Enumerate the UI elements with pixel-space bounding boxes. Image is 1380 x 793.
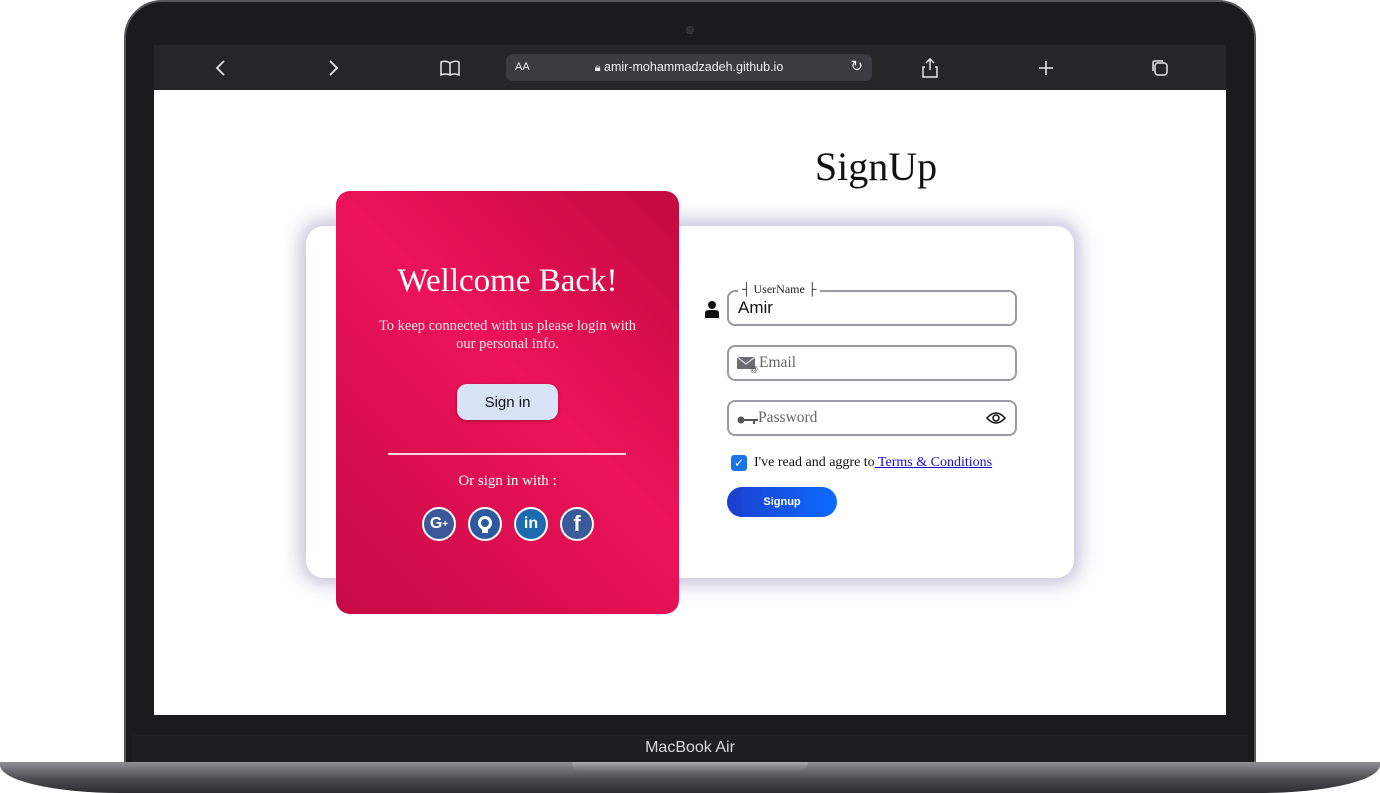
browser-toolbar: AA 🔒︎ amir-mohammadzadeh.github.io ↻ xyxy=(154,45,1226,90)
google-plus-icon[interactable]: G + xyxy=(422,507,456,541)
show-password-eye-icon[interactable] xyxy=(986,411,1006,425)
sign-in-button[interactable]: Sign in xyxy=(457,384,558,420)
bookmarks-icon[interactable] xyxy=(430,45,470,90)
terms-link[interactable]: Terms & Conditions xyxy=(875,455,992,470)
tabs-icon[interactable] xyxy=(1140,45,1180,90)
terms-text: I've read and aggre to xyxy=(754,455,875,470)
reload-icon[interactable]: ↻ xyxy=(850,57,863,75)
url-text: 🔒︎ amir-mohammadzadeh.github.io xyxy=(506,60,872,75)
signup-button[interactable]: Signup xyxy=(727,487,837,517)
linkedin-icon[interactable]: in xyxy=(514,507,548,541)
new-tab-icon[interactable] xyxy=(1026,45,1066,90)
page-title: SignUp xyxy=(814,144,938,189)
browser-window: AA 🔒︎ amir-mohammadzadeh.github.io ↻ Sig… xyxy=(154,45,1226,715)
url-value: amir-mohammadzadeh.github.io xyxy=(604,60,784,74)
back-icon[interactable] xyxy=(200,45,240,90)
welcome-subtitle: To keep connected with us please login w… xyxy=(378,318,637,352)
forward-icon[interactable] xyxy=(314,45,354,90)
welcome-heading: Wellcome Back! xyxy=(397,263,618,299)
username-legend-text: UserName xyxy=(753,282,805,296)
device-label: MacBook Air xyxy=(645,739,735,756)
username-legend: ┤ UserName ├ xyxy=(738,282,821,297)
divider xyxy=(388,453,626,455)
or-sign-in-with-label: Or sign in with : xyxy=(458,473,557,489)
facebook-icon[interactable]: f xyxy=(560,507,594,541)
svg-text:@: @ xyxy=(750,365,758,373)
mail-icon: @ xyxy=(736,356,758,373)
github-icon[interactable] xyxy=(468,507,502,541)
user-icon xyxy=(705,301,719,318)
password-placeholder: Password xyxy=(758,409,818,426)
welcome-panel: Wellcome Back! To keep connected with us… xyxy=(336,191,679,614)
key-icon xyxy=(737,416,758,424)
address-bar[interactable]: AA 🔒︎ amir-mohammadzadeh.github.io ↻ xyxy=(506,54,872,81)
terms-label: I've read and aggre to Terms & Condition… xyxy=(754,455,992,471)
macbook-frame: AA 🔒︎ amir-mohammadzadeh.github.io ↻ Sig… xyxy=(0,0,1380,793)
social-login-row: G + in f xyxy=(422,507,594,541)
email-placeholder: Email xyxy=(759,354,797,371)
terms-checkbox[interactable]: ✓ xyxy=(731,455,747,471)
camera-icon xyxy=(686,26,694,34)
email-field[interactable]: @ Email xyxy=(727,345,1017,381)
lock-icon: 🔒︎ xyxy=(594,62,601,74)
username-value: Amir xyxy=(738,298,773,317)
share-icon[interactable] xyxy=(910,45,950,90)
laptop-hinge-notch xyxy=(572,762,808,771)
password-field[interactable]: Password xyxy=(727,400,1017,436)
